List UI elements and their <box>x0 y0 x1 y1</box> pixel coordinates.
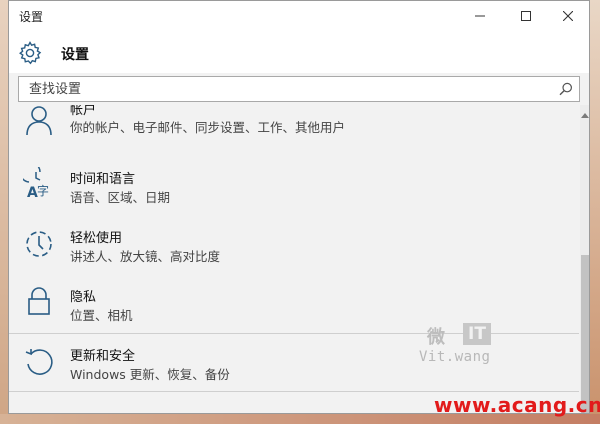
list-item-time-language[interactable]: A 字 时间和语言 语音、区域、日期 <box>9 161 579 217</box>
page-title: 设置 <box>61 47 89 63</box>
search-box[interactable] <box>18 76 580 102</box>
item-subtitle: 讲述人、放大镜、高对比度 <box>70 249 221 264</box>
desktop-background-right <box>590 0 600 424</box>
item-subtitle: 语音、区域、日期 <box>70 190 171 205</box>
vertical-scrollbar[interactable] <box>580 105 589 413</box>
settings-window: 设置 设置 查找设置 帐户 你的帐户、电子邮件、同步设置、工作、其他用户 A 字… <box>8 0 590 414</box>
minimize-button[interactable] <box>457 1 503 31</box>
close-icon <box>563 11 573 21</box>
item-subtitle: 你的帐户、电子邮件、同步设置、工作、其他用户 <box>70 120 346 135</box>
maximize-icon <box>521 11 531 21</box>
minimize-icon <box>475 15 485 17</box>
lock-icon <box>28 287 50 315</box>
item-subtitle: Windows 更新、恢复、备份 <box>70 367 230 382</box>
watermark-logo: 微 IT Vit.wang <box>419 323 509 369</box>
watermark-box: IT <box>463 323 491 345</box>
search-icon[interactable] <box>559 82 573 96</box>
item-title: 时间和语言 <box>70 172 136 187</box>
item-title: 轻松使用 <box>70 231 123 246</box>
search-input[interactable] <box>19 77 549 101</box>
site-watermark: www.acang.cn <box>434 393 600 417</box>
person-icon <box>26 106 52 136</box>
scroll-thumb[interactable] <box>581 255 589 413</box>
list-item-ease-of-access[interactable]: 轻松使用 讲述人、放大镜、高对比度 <box>9 220 579 276</box>
item-title: 隐私 <box>70 290 97 305</box>
title-bar[interactable]: 设置 <box>9 1 589 31</box>
svg-text:字: 字 <box>37 183 49 198</box>
window-title: 设置 <box>19 10 44 24</box>
ease-of-access-icon <box>26 231 52 257</box>
close-button[interactable] <box>545 1 589 31</box>
time-language-icon: A 字 <box>23 167 49 199</box>
refresh-icon <box>25 349 53 375</box>
maximize-button[interactable] <box>503 1 549 31</box>
watermark-char: 微 <box>427 327 445 348</box>
watermark-text: Vit.wang <box>419 349 491 365</box>
scroll-up-arrow-icon[interactable] <box>581 113 589 118</box>
list-item-accounts[interactable]: 帐户 你的帐户、电子邮件、同步设置、工作、其他用户 <box>9 105 579 155</box>
item-subtitle: 位置、相机 <box>70 308 133 323</box>
page-header: 设置 <box>9 31 589 73</box>
desktop-background <box>0 0 8 424</box>
divider <box>9 391 579 392</box>
item-title: 更新和安全 <box>70 349 136 364</box>
gear-icon <box>19 41 42 65</box>
